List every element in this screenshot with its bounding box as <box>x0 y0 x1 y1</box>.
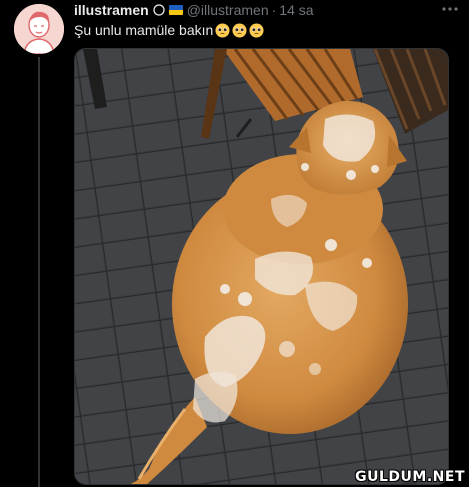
pleading-face-emoji-icon <box>232 22 247 38</box>
pleading-face-emoji-icon <box>215 22 230 38</box>
tweet[interactable]: illustramen @illustramen · 14 sa Şu unlu… <box>0 0 469 487</box>
author-handle[interactable]: @illustramen <box>187 1 269 19</box>
pleading-face-emoji-icon <box>249 22 264 38</box>
ukraine-flag-icon <box>168 5 183 15</box>
thread-line <box>38 57 40 487</box>
tweet-text-content: Şu unlu mamüle bakın <box>74 22 214 38</box>
tweet-text: Şu unlu mamüle bakın <box>74 20 459 40</box>
dog-photo <box>75 49 448 484</box>
avatar[interactable] <box>14 4 64 54</box>
tweet-timestamp[interactable]: 14 sa <box>279 1 313 19</box>
separator-dot: · <box>271 2 277 18</box>
tweet-header: illustramen @illustramen · 14 sa <box>74 1 459 19</box>
more-options-icon[interactable] <box>441 4 459 14</box>
tweet-media-image[interactable] <box>74 48 449 485</box>
watermark: GULDUM.NET <box>355 469 465 485</box>
author-name[interactable]: illustramen <box>74 1 149 19</box>
circle-badge-icon <box>153 4 165 16</box>
avatar-illustration <box>14 4 64 54</box>
